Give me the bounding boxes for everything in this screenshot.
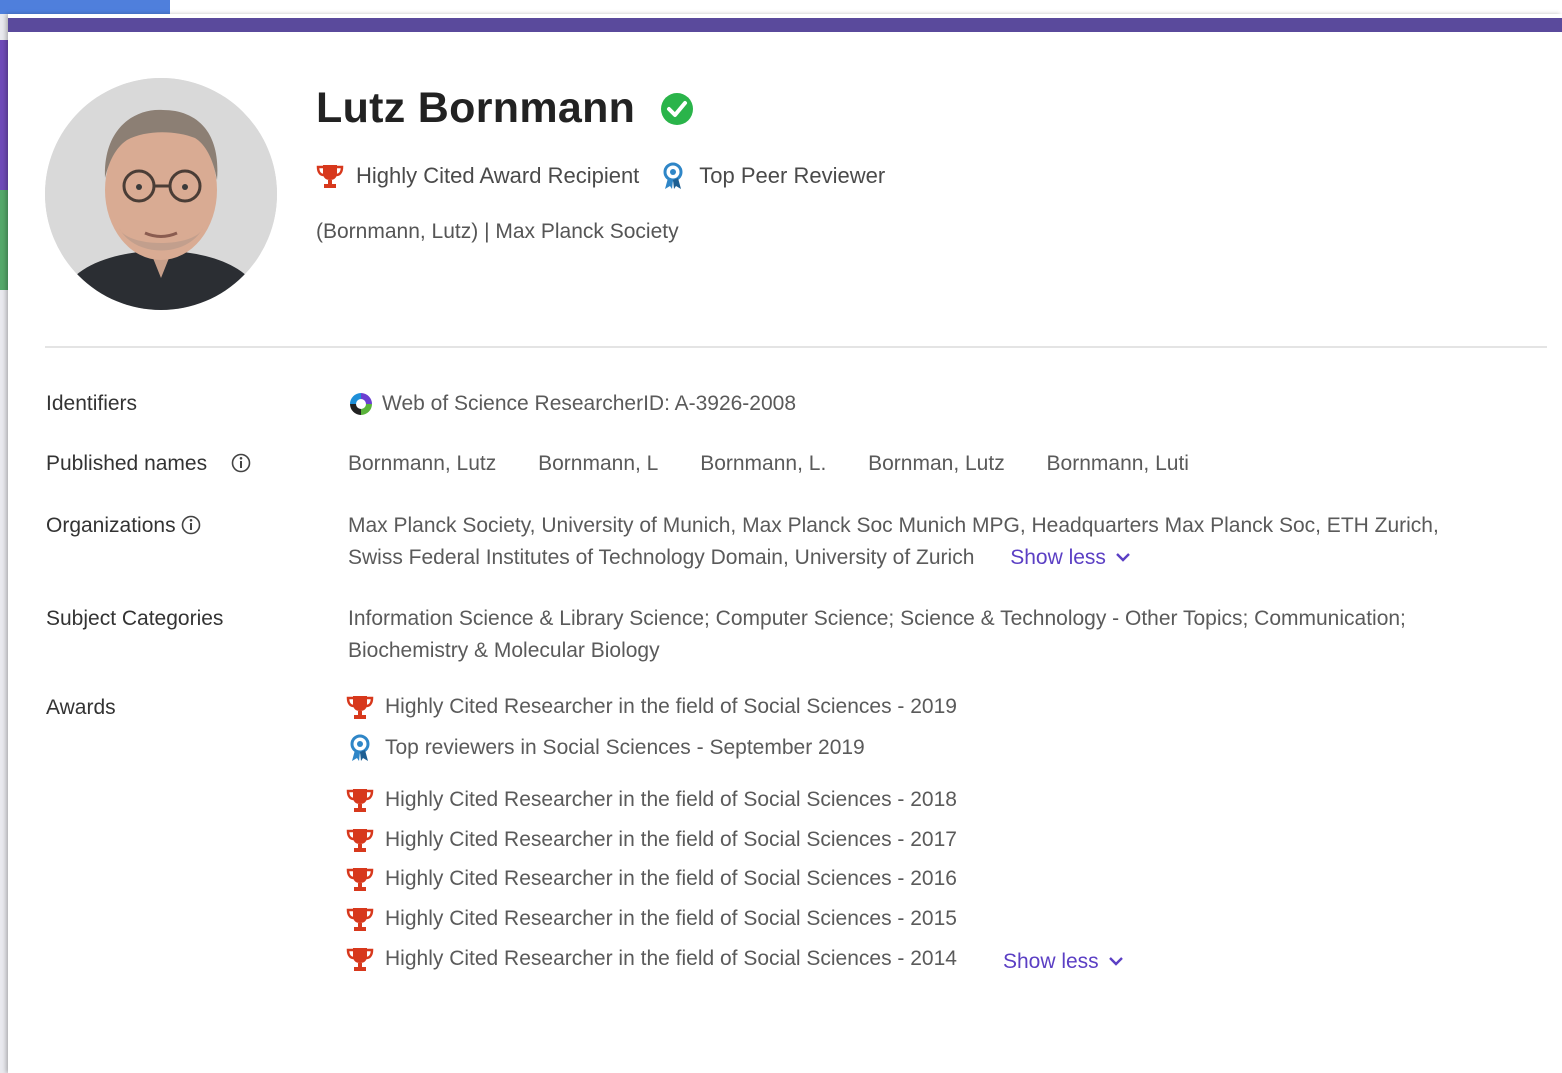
badge-top-peer-reviewer: Top Peer Reviewer — [699, 163, 886, 188]
awards-show-less-link[interactable]: Show less — [1003, 950, 1125, 974]
award-text: Highly Cited Researcher in the field of … — [385, 867, 957, 890]
chevron-down-icon — [1108, 957, 1123, 966]
award-item: Top reviewers in Social Sciences - Septe… — [346, 734, 865, 762]
awards-label: Awards — [46, 696, 116, 719]
award-text: Highly Cited Researcher in the field of … — [385, 828, 957, 851]
background-tab — [0, 0, 170, 14]
award-item: Highly Cited Researcher in the field of … — [346, 944, 1125, 974]
award-text: Highly Cited Researcher in the field of … — [385, 788, 957, 811]
info-icon[interactable] — [181, 515, 201, 535]
award-text: Highly Cited Researcher in the field of … — [385, 695, 957, 718]
researcher-id[interactable]: Web of Science ResearcherID: A-3926-2008 — [382, 388, 796, 420]
identifiers-label: Identifiers — [46, 392, 138, 415]
trophy-icon — [346, 868, 374, 891]
trophy-icon — [316, 165, 344, 188]
web-of-science-icon — [350, 393, 372, 415]
award-text: Top reviewers in Social Sciences - Septe… — [385, 736, 865, 759]
profile-name: Lutz Bornmann — [316, 84, 636, 132]
organizations-list: Max Planck Society, University of Munich… — [348, 510, 1548, 574]
chevron-down-icon — [1116, 553, 1130, 562]
award-text: Highly Cited Researcher in the field of … — [385, 907, 957, 930]
profile-card: Lutz Bornmann Highly Cited Award Recipie… — [8, 14, 1562, 1073]
subject-categories-list: Information Science & Library Science; C… — [348, 603, 1548, 667]
award-item: Highly Cited Researcher in the field of … — [346, 693, 957, 721]
published-name: Bornmann, L — [538, 452, 659, 475]
award-item: Highly Cited Researcher in the field of … — [346, 826, 957, 854]
info-icon[interactable] — [231, 453, 251, 473]
background-window-fragment — [0, 40, 8, 190]
ribbon-icon — [350, 734, 370, 761]
subject-categories-line: Biochemistry & Molecular Biology — [348, 639, 660, 662]
verified-check-icon — [661, 93, 693, 125]
published-name: Bornmann, Luti — [1046, 452, 1189, 475]
organizations-line: Swiss Federal Institutes of Technology D… — [348, 546, 975, 569]
organizations-show-less-link[interactable]: Show less — [1010, 546, 1132, 569]
trophy-icon — [346, 829, 374, 852]
published-names-list: Bornmann, Lutz Bornmann, L Bornmann, L. … — [348, 448, 1225, 480]
organizations-line: Max Planck Society, University of Munich… — [348, 514, 1439, 537]
published-names-label-text: Published names — [46, 452, 208, 475]
trophy-icon — [346, 948, 374, 971]
published-names-label: Published names — [46, 452, 251, 476]
ribbon-icon — [663, 162, 683, 189]
award-item: Highly Cited Researcher in the field of … — [346, 905, 957, 933]
card-top-bar — [8, 18, 1562, 32]
organizations-line-2: Swiss Federal Institutes of Technology D… — [348, 542, 1548, 574]
award-item: Highly Cited Researcher in the field of … — [346, 865, 957, 893]
trophy-icon — [346, 696, 374, 719]
organizations-label-text: Organizations — [46, 514, 176, 537]
trophy-icon — [346, 908, 374, 931]
award-item: Highly Cited Researcher in the field of … — [346, 786, 957, 814]
avatar — [45, 78, 277, 310]
subject-categories-label: Subject Categories — [46, 607, 224, 630]
trophy-icon — [346, 789, 374, 812]
published-name: Bornmann, Lutz — [348, 452, 497, 475]
subject-categories-line: Information Science & Library Science; C… — [348, 607, 1406, 630]
organizations-label: Organizations — [46, 514, 201, 538]
profile-affiliation: (Bornmann, Lutz) | Max Planck Society — [316, 220, 679, 243]
identifier-value-row: Web of Science ResearcherID: A-3926-2008 — [348, 388, 796, 420]
show-less-text[interactable]: Show less — [1010, 546, 1106, 569]
section-divider — [45, 346, 1547, 348]
award-text: Highly Cited Researcher in the field of … — [385, 947, 957, 970]
show-less-text[interactable]: Show less — [1003, 950, 1099, 973]
profile-badges: Highly Cited Award Recipient Top Peer Re… — [316, 162, 885, 190]
published-name: Bornmann, L. — [700, 452, 827, 475]
badge-highly-cited: Highly Cited Award Recipient — [356, 163, 640, 188]
published-name: Bornman, Lutz — [868, 452, 1005, 475]
background-window-fragment — [0, 190, 8, 290]
